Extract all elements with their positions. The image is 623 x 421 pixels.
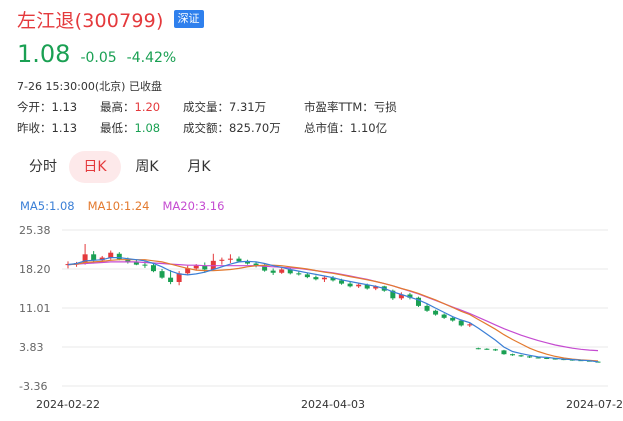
stock-title: 左江退(300799) <box>17 9 164 32</box>
candle-body <box>501 350 507 355</box>
candle-body <box>168 277 174 282</box>
stat-item: 最低：1.08 <box>100 120 160 136</box>
x-tick-label: 2024-02-22 <box>36 398 100 411</box>
candle-body <box>458 320 464 326</box>
tab-monthly-k[interactable]: 月K <box>173 151 225 183</box>
y-tick-label: 25.38 <box>19 224 51 237</box>
x-tick-label: 2024-04-03 <box>301 398 365 411</box>
title-row: 左江退(300799) 深证 <box>17 6 204 32</box>
stat-item: 成交量：7.31万 <box>183 99 266 115</box>
quote-time: 7-26 15:30:00(北京) 已收盘 <box>17 80 162 93</box>
stat-item: 成交额：825.70万 <box>183 120 281 136</box>
ma-legend-item: MA10:1.24 <box>87 199 150 213</box>
stat-item: 最高：1.20 <box>100 99 160 115</box>
stat-label: 昨收： <box>17 121 52 135</box>
stat-value: 1.13 <box>51 121 78 135</box>
candle-body <box>193 265 199 269</box>
stat-value: 7.31万 <box>229 100 267 114</box>
ma-legend-item: MA20:3.16 <box>162 199 225 213</box>
y-tick-label: 11.01 <box>19 302 51 315</box>
stat-label: 总市值： <box>304 121 350 135</box>
candle-body <box>356 284 362 287</box>
stat-value: 1.20 <box>134 100 161 114</box>
current-price: 1.08 <box>17 40 71 68</box>
candle-body <box>484 348 490 350</box>
candle-body <box>279 269 285 273</box>
stat-item: 今开：1.13 <box>17 99 77 115</box>
candle-body <box>108 252 114 258</box>
ma-legend-item: MA5:1.08 <box>20 199 75 213</box>
candle-body <box>347 283 353 287</box>
kline-chart[interactable]: 25.38 18.20 11.01 3.83 -3.36 2024-02-22 2024-0… <box>0 218 623 421</box>
stat-value: 1.10亿 <box>350 121 388 135</box>
y-tick-label: 18.20 <box>19 263 51 276</box>
candle-body <box>321 277 327 280</box>
candle-body <box>219 259 225 261</box>
candle-body <box>270 270 276 273</box>
candle-body <box>296 273 302 275</box>
stat-item: 昨收：1.13 <box>17 120 77 136</box>
ma10-line <box>67 259 599 362</box>
candle-body <box>450 317 456 321</box>
candle-body <box>441 314 447 318</box>
candle-body <box>91 254 97 261</box>
candle-body <box>142 264 148 266</box>
tab-daily-k[interactable]: 日K <box>69 151 121 183</box>
stat-label: 今开： <box>17 100 52 114</box>
candle-body <box>433 310 439 315</box>
price-change-percent: -4.42% <box>126 50 177 66</box>
stat-value: 亏损 <box>373 100 397 114</box>
candle-body <box>475 348 481 350</box>
candle-body <box>510 354 516 356</box>
stat-item: 市盈率TTM：亏损 <box>304 99 397 115</box>
candle-body <box>339 280 345 284</box>
tab-weekly-k[interactable]: 周K <box>121 151 173 183</box>
period-tabs: 分时 日K 周K 月K <box>17 151 225 183</box>
candle-body <box>518 355 524 357</box>
candle-body <box>492 349 498 351</box>
stat-value: 825.70万 <box>229 121 281 135</box>
price-row: 1.08 -0.05 -4.42% <box>17 40 176 68</box>
candle-body <box>424 305 430 311</box>
stat-label: 市盈率TTM： <box>304 100 374 114</box>
y-tick-label: -3.36 <box>19 380 47 393</box>
market-badge: 深证 <box>173 10 204 28</box>
stat-label: 最低： <box>100 121 135 135</box>
ma-legend: MA5:1.08 MA10:1.24 MA20:3.16 <box>20 199 237 213</box>
candle-body <box>313 277 319 280</box>
candle-body <box>527 356 533 358</box>
y-tick-label: 3.83 <box>19 341 44 354</box>
stat-value: 1.13 <box>51 100 78 114</box>
x-tick-label: 2024-07-25 <box>566 398 623 411</box>
candle-body <box>304 274 310 278</box>
ma20-line <box>67 261 599 352</box>
candle-body <box>150 265 156 272</box>
price-change: -0.05 <box>80 50 117 66</box>
stat-label: 成交量： <box>183 100 229 114</box>
stat-value: 1.08 <box>134 121 161 135</box>
stat-item: 总市值：1.10亿 <box>304 120 387 136</box>
candle-body <box>236 258 242 262</box>
stat-label: 最高： <box>100 100 135 114</box>
candle-body <box>227 258 233 260</box>
candle-body <box>159 271 165 278</box>
stat-label: 成交额： <box>183 121 229 135</box>
tab-timeshare[interactable]: 分时 <box>17 151 69 183</box>
